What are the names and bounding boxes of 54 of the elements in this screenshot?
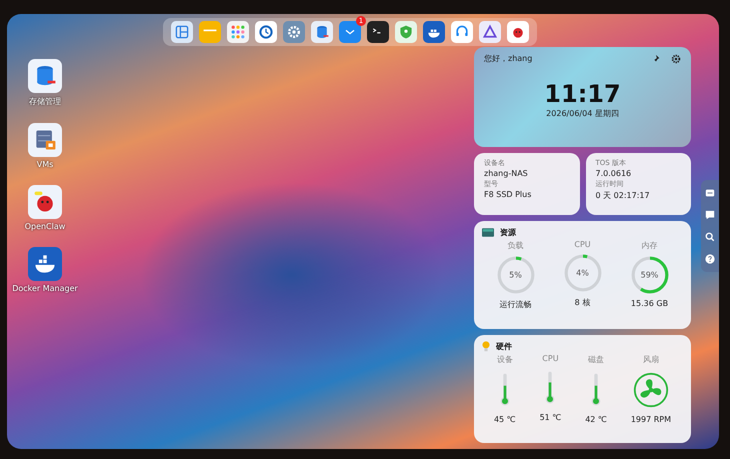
gauge-reading: 4%: [576, 268, 589, 278]
gauge-caption: 8 核: [574, 297, 590, 308]
gauge-label: 负载: [508, 240, 524, 251]
dock-headset-icon[interactable]: [451, 21, 473, 43]
message-icon[interactable]: [705, 188, 715, 198]
thermometer-icon: [544, 370, 556, 406]
sensor-reading: 45 ℃: [494, 415, 516, 424]
dock-terminal-icon[interactable]: [367, 21, 389, 43]
sensor-label: 设备: [496, 354, 513, 365]
dock-storage-icon[interactable]: [311, 21, 333, 43]
dock-gear-icon[interactable]: [283, 21, 305, 43]
sensor-reading: 42 ℃: [585, 415, 607, 424]
sensor-reading: 1997 RPM: [630, 415, 672, 424]
card-title: 硬件: [496, 341, 512, 352]
dock-bird-icon[interactable]: [507, 21, 529, 43]
sensor-label: 磁盘: [588, 354, 604, 365]
gauge-label: 内存: [642, 240, 658, 251]
clock-time: 11:17: [544, 80, 621, 108]
app-label[interactable]: 存储管理: [29, 96, 61, 107]
clock-date: 2026/06/04 星期四: [546, 108, 619, 119]
gauge-reading: 59%: [640, 270, 658, 280]
info-value: F8 SSD Plus: [484, 190, 532, 199]
app-label[interactable]: Docker Manager: [12, 284, 78, 293]
info-value: 0 天 02:17:17: [596, 190, 651, 201]
settings-icon[interactable]: [671, 54, 681, 64]
thermometer-icon: [590, 372, 602, 408]
info-value: zhang-NAS: [484, 169, 529, 178]
sensor-reading: 51 ℃: [540, 413, 562, 422]
gauge-label: CPU: [574, 240, 591, 249]
dock-panels-icon[interactable]: [171, 21, 193, 43]
thermometer-icon: [498, 372, 511, 408]
app-label[interactable]: VMs: [36, 160, 54, 169]
gauge-caption: 运行流畅: [500, 299, 532, 310]
dock-whale-icon[interactable]: [423, 21, 445, 43]
dock-apps-icon[interactable]: [227, 21, 249, 43]
app-label[interactable]: OpenClaw: [24, 222, 66, 231]
monitor-icon: [482, 228, 494, 237]
bird-app-icon[interactable]: [28, 185, 62, 219]
gauge-reading: 5%: [509, 270, 522, 280]
lightbulb-icon: [482, 341, 490, 352]
storage-app-icon[interactable]: [28, 59, 62, 93]
chat-icon[interactable]: [705, 210, 715, 220]
greeting-text: 您好，zhang: [484, 53, 532, 64]
gauge-caption: 15.36 GB: [630, 299, 668, 308]
search-icon[interactable]: [705, 232, 715, 242]
vm-app-icon[interactable]: [28, 123, 62, 157]
sensor-label: CPU: [542, 354, 559, 363]
info-value: 7.0.0616: [596, 169, 632, 178]
fan-icon: [632, 372, 669, 408]
card-title: 资源: [500, 227, 516, 238]
help-icon[interactable]: [705, 254, 715, 264]
sensor-label: 风扇: [642, 354, 659, 365]
whale-app-icon[interactable]: [28, 247, 62, 281]
dock-clock-icon[interactable]: [255, 21, 277, 43]
